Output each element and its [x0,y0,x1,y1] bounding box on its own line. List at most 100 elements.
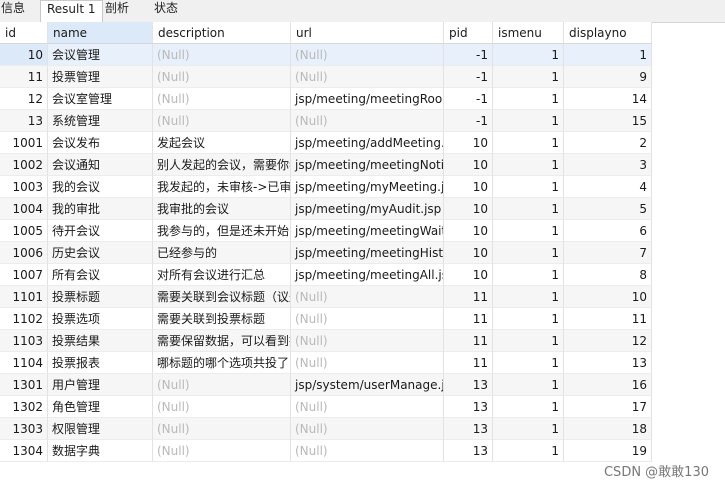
cell-name[interactable]: 投票结果 [48,330,153,352]
cell-url[interactable]: (Null) [291,440,444,462]
cell-displayno[interactable]: 17 [564,396,652,418]
cell-url[interactable]: jsp/system/userManage.js [291,374,444,396]
cell-description[interactable]: (Null) [153,110,291,132]
cell-url[interactable]: jsp/meeting/myAudit.jsp [291,198,444,220]
column-header-displayno[interactable]: displayno [564,22,652,44]
cell-displayno[interactable]: 5 [564,198,652,220]
cell-name[interactable]: 会议发布 [48,132,153,154]
cell-description[interactable]: 我参与的，但是还未开始的 [153,220,291,242]
cell-name[interactable]: 会议管理 [48,44,153,66]
cell-ismenu[interactable]: 1 [493,176,564,198]
table-row[interactable]: 13 系统管理 (Null) (Null) -1 1 15 [0,110,652,132]
cell-pid[interactable]: -1 [444,66,493,88]
cell-name[interactable]: 系统管理 [48,110,153,132]
cell-description[interactable]: 对所有会议进行汇总 [153,264,291,286]
cell-id[interactable]: 1101 [0,286,48,308]
cell-description[interactable]: (Null) [153,418,291,440]
cell-displayno[interactable]: 18 [564,418,652,440]
tab-profile[interactable]: 剖析 [99,0,135,22]
cell-id[interactable]: 1003 [0,176,48,198]
cell-pid[interactable]: 11 [444,308,493,330]
cell-id[interactable]: 1301 [0,374,48,396]
cell-name[interactable]: 会议通知 [48,154,153,176]
cell-pid[interactable]: 10 [444,264,493,286]
cell-pid[interactable]: 13 [444,396,493,418]
cell-ismenu[interactable]: 1 [493,198,564,220]
cell-id[interactable]: 1007 [0,264,48,286]
cell-url[interactable]: jsp/meeting/meetingNotif [291,154,444,176]
cell-description[interactable]: 我发起的，未审核->已审核 [153,176,291,198]
cell-name[interactable]: 用户管理 [48,374,153,396]
cell-ismenu[interactable]: 1 [493,264,564,286]
table-row[interactable]: 1003 我的会议 我发起的，未审核->已审核 jsp/meeting/myMeeti… [0,176,652,198]
cell-description[interactable]: 我审批的会议 [153,198,291,220]
cell-description[interactable]: (Null) [153,66,291,88]
cell-ismenu[interactable]: 1 [493,220,564,242]
cell-id[interactable]: 1303 [0,418,48,440]
cell-ismenu[interactable]: 1 [493,308,564,330]
cell-id[interactable]: 1302 [0,396,48,418]
tab-info[interactable]: 信息 [0,0,31,22]
tab-status[interactable]: 状态 [148,0,184,22]
cell-displayno[interactable]: 15 [564,110,652,132]
cell-description[interactable]: 需要关联到会议标题（议题 [153,286,291,308]
cell-name[interactable]: 投票管理 [48,66,153,88]
cell-ismenu[interactable]: 1 [493,440,564,462]
cell-id[interactable]: 1004 [0,198,48,220]
cell-displayno[interactable]: 7 [564,242,652,264]
cell-pid[interactable]: 13 [444,374,493,396]
cell-id[interactable]: 1102 [0,308,48,330]
cell-pid[interactable]: 13 [444,440,493,462]
column-header-pid[interactable]: pid [444,22,493,44]
cell-ismenu[interactable]: 1 [493,352,564,374]
cell-name[interactable]: 投票标题 [48,286,153,308]
cell-displayno[interactable]: 1 [564,44,652,66]
table-row[interactable]: 1002 会议通知 别人发起的会议，需要你参 jsp/meeting/meetingN… [0,154,652,176]
cell-ismenu[interactable]: 1 [493,330,564,352]
cell-id[interactable]: 1001 [0,132,48,154]
cell-description[interactable]: (Null) [153,374,291,396]
cell-pid[interactable]: 10 [444,132,493,154]
cell-ismenu[interactable]: 1 [493,88,564,110]
table-row[interactable]: 1103 投票结果 需要保留数据，可以看到投 (Null) 11 1 12 [0,330,652,352]
cell-pid[interactable]: 10 [444,176,493,198]
cell-url[interactable]: (Null) [291,110,444,132]
cell-ismenu[interactable]: 1 [493,110,564,132]
cell-name[interactable]: 待开会议 [48,220,153,242]
table-row[interactable]: 1304 数据字典 (Null) (Null) 13 1 19 [0,440,652,462]
table-row[interactable]: 1104 投票报表 哪标题的哪个选项共投了多 (Null) 11 1 13 [0,352,652,374]
cell-id[interactable]: 1104 [0,352,48,374]
cell-ismenu[interactable]: 1 [493,374,564,396]
cell-displayno[interactable]: 13 [564,352,652,374]
cell-description[interactable]: (Null) [153,440,291,462]
cell-id[interactable]: 1006 [0,242,48,264]
cell-url[interactable]: (Null) [291,396,444,418]
cell-name[interactable]: 会议室管理 [48,88,153,110]
cell-displayno[interactable]: 8 [564,264,652,286]
column-header-name[interactable]: name [48,22,153,44]
cell-displayno[interactable]: 10 [564,286,652,308]
cell-id[interactable]: 11 [0,66,48,88]
cell-url[interactable]: (Null) [291,418,444,440]
cell-pid[interactable]: 10 [444,154,493,176]
cell-description[interactable]: 发起会议 [153,132,291,154]
table-row[interactable]: 1001 会议发布 发起会议 jsp/meeting/addMeeting. 10 1 2 [0,132,652,154]
cell-displayno[interactable]: 2 [564,132,652,154]
cell-displayno[interactable]: 9 [564,66,652,88]
cell-pid[interactable]: 13 [444,418,493,440]
cell-url[interactable]: jsp/meeting/meetingWait [291,220,444,242]
cell-ismenu[interactable]: 1 [493,396,564,418]
cell-pid[interactable]: -1 [444,88,493,110]
cell-name[interactable]: 权限管理 [48,418,153,440]
cell-url[interactable]: (Null) [291,352,444,374]
cell-pid[interactable]: -1 [444,110,493,132]
cell-name[interactable]: 投票选项 [48,308,153,330]
cell-name[interactable]: 数据字典 [48,440,153,462]
cell-id[interactable]: 1103 [0,330,48,352]
cell-id[interactable]: 1005 [0,220,48,242]
cell-pid[interactable]: -1 [444,44,493,66]
cell-id[interactable]: 10 [0,44,48,66]
cell-description[interactable]: (Null) [153,396,291,418]
cell-url[interactable]: jsp/meeting/addMeeting. [291,132,444,154]
cell-description[interactable]: 哪标题的哪个选项共投了多 [153,352,291,374]
